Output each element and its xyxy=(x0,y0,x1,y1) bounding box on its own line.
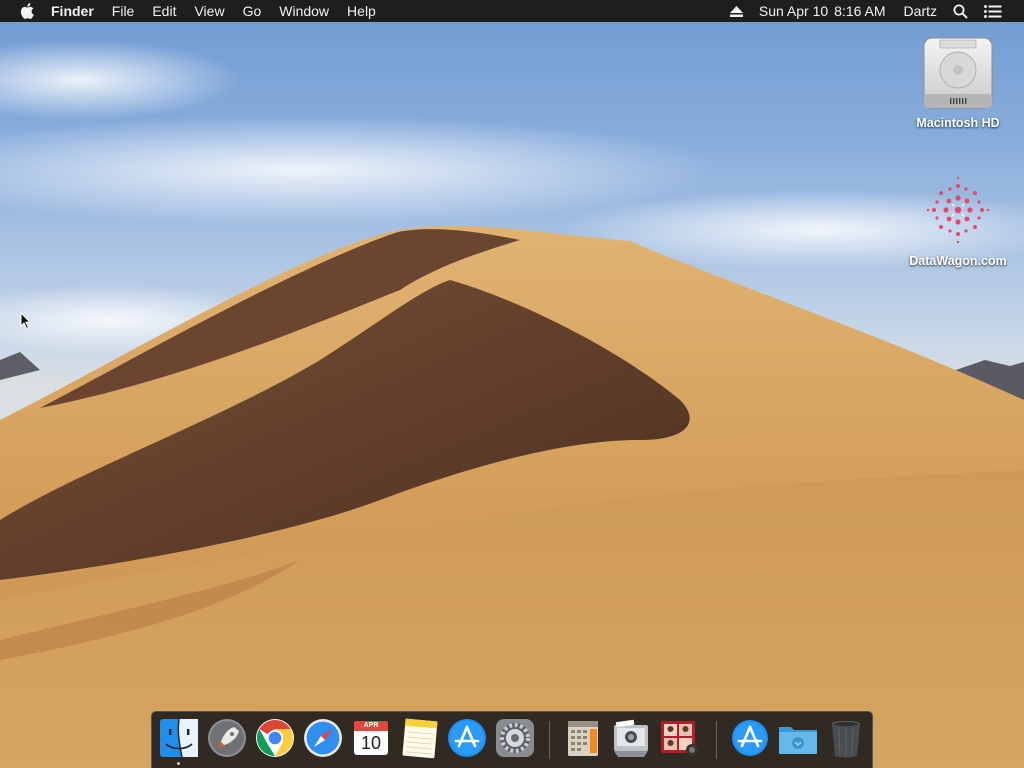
applications-stack-icon[interactable] xyxy=(729,717,771,759)
notification-center-icon[interactable] xyxy=(976,4,1010,18)
downloads-folder-icon[interactable] xyxy=(777,717,819,759)
dock-separator xyxy=(716,721,717,759)
eject-icon[interactable] xyxy=(722,5,751,17)
app-menu-finder[interactable]: Finder xyxy=(42,0,103,22)
desktop-icon-label: Macintosh HD xyxy=(916,116,1000,130)
app-store-icon[interactable] xyxy=(446,717,488,759)
clock-date[interactable]: Sun Apr 10 xyxy=(751,0,832,22)
menu-go[interactable]: Go xyxy=(234,0,271,22)
menu-edit[interactable]: Edit xyxy=(143,0,185,22)
menu-view[interactable]: View xyxy=(185,0,233,22)
clock-time[interactable]: 8:16 AM xyxy=(832,0,893,22)
finder-icon[interactable] xyxy=(158,717,200,759)
calendar-day: 10 xyxy=(360,733,382,753)
desktop-icon-label: DataWagon.com xyxy=(909,254,1007,268)
dock-separator xyxy=(549,721,550,759)
menu-bar: Finder File Edit View Go Window Help Sun… xyxy=(0,0,1024,22)
user-name[interactable]: Dartz xyxy=(894,0,945,22)
notes-icon[interactable] xyxy=(398,717,440,759)
hard-drive-icon xyxy=(923,37,993,109)
datawagon-icon xyxy=(926,176,990,244)
menu-help[interactable]: Help xyxy=(338,0,385,22)
desert-wallpaper xyxy=(0,40,1024,768)
calendar-icon[interactable]: APR 10 xyxy=(350,717,392,759)
safari-icon[interactable] xyxy=(302,717,344,759)
trash-icon[interactable] xyxy=(825,717,867,759)
finder-running-indicator xyxy=(177,762,180,765)
chrome-icon[interactable] xyxy=(254,717,296,759)
desktop-icon-macintosh-hd[interactable]: Macintosh HD xyxy=(903,32,1013,130)
mouse-cursor-icon xyxy=(20,312,32,330)
photo-booth-icon[interactable] xyxy=(658,717,700,759)
desktop-icon-datawagon[interactable]: DataWagon.com xyxy=(903,170,1013,268)
menu-file[interactable]: File xyxy=(103,0,144,22)
system-preferences-icon[interactable] xyxy=(494,717,536,759)
dock: APR 10 xyxy=(151,711,873,768)
launchpad-icon[interactable] xyxy=(206,717,248,759)
apple-menu-icon[interactable] xyxy=(12,0,42,22)
desktop[interactable]: Finder File Edit View Go Window Help Sun… xyxy=(0,0,1024,768)
spotlight-search-icon[interactable] xyxy=(945,4,976,19)
image-capture-icon[interactable] xyxy=(610,717,652,759)
menu-window[interactable]: Window xyxy=(270,0,338,22)
archive-icon[interactable] xyxy=(562,717,604,759)
calendar-month: APR xyxy=(363,722,379,729)
